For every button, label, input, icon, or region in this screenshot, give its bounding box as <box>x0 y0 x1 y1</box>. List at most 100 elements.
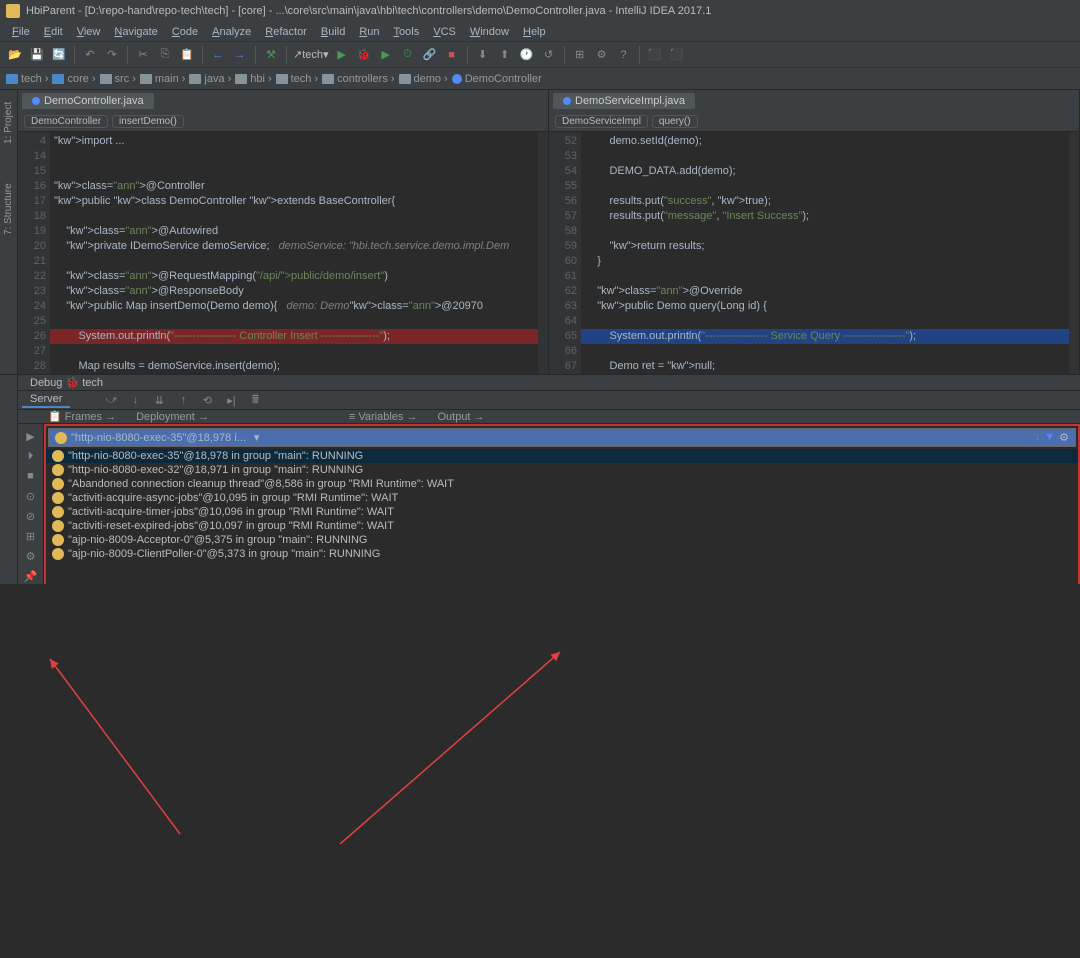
code-line[interactable]: "kw">public "kw">class DemoController "k… <box>50 194 538 209</box>
resume-icon[interactable]: ⏵ <box>23 448 39 464</box>
bc-class-r[interactable]: DemoServiceImpl <box>555 115 648 128</box>
code-line[interactable]: "kw">class="ann">@ResponseBody <box>50 284 538 299</box>
coverage-icon[interactable]: ▶ <box>377 46 395 64</box>
code-line[interactable] <box>50 314 538 329</box>
code-line[interactable] <box>50 149 538 164</box>
code-line[interactable]: Map results = demoService.insert(demo); <box>50 359 538 374</box>
crumb-tech[interactable]: tech › <box>276 73 318 85</box>
menu-run[interactable]: Run <box>353 26 385 38</box>
run-config-combo[interactable]: ↗ tech ▾ <box>293 46 329 64</box>
code-line[interactable] <box>50 344 538 359</box>
editor-tab-democontroller[interactable]: DemoController.java <box>22 93 154 109</box>
code-line[interactable] <box>50 209 538 224</box>
code-line[interactable]: demo.setId(demo); <box>581 134 1069 149</box>
thread-row[interactable]: "Abandoned connection cleanup thread"@8,… <box>46 477 1078 491</box>
code-line[interactable] <box>581 269 1069 284</box>
menu-code[interactable]: Code <box>166 26 204 38</box>
attach-icon[interactable]: 🔗 <box>421 46 439 64</box>
copy-icon[interactable]: ⎘ <box>156 46 174 64</box>
build-icon[interactable]: ⚒ <box>262 46 280 64</box>
save-icon[interactable]: 💾 <box>28 46 46 64</box>
settings-icon[interactable]: ⚙ <box>593 46 611 64</box>
code-line[interactable] <box>50 254 538 269</box>
bc-class[interactable]: DemoController <box>24 115 108 128</box>
stop-icon[interactable]: ■ <box>443 46 461 64</box>
undo-icon[interactable]: ↶ <box>81 46 99 64</box>
structure-icon[interactable]: ⊞ <box>571 46 589 64</box>
gutter-left[interactable]: 4141516171819202122232425262728293031323… <box>18 132 50 374</box>
thread-row[interactable]: "activiti-acquire-async-jobs"@10,095 in … <box>46 491 1078 505</box>
debug-tab[interactable]: Debug 🐞 tech <box>22 375 111 390</box>
bc-method-r[interactable]: query() <box>652 115 698 128</box>
code-line[interactable]: "kw">class="ann">@RequestMapping("/api/"… <box>50 269 538 284</box>
thread-row[interactable]: "activiti-acquire-timer-jobs"@10,096 in … <box>46 505 1078 519</box>
breakpoints-icon[interactable]: ⊙ <box>23 488 39 504</box>
crumb-core[interactable]: core › <box>52 73 95 85</box>
project-tool-tab[interactable]: 1: Project <box>3 127 14 144</box>
code-line[interactable]: "kw">import ... <box>50 134 538 149</box>
profile-icon[interactable]: ⏱ <box>399 46 417 64</box>
run-icon[interactable]: ▶ <box>333 46 351 64</box>
structure-tool-tab[interactable]: 7: Structure <box>3 218 14 235</box>
drop-frame-icon[interactable]: ⟲ <box>198 391 216 409</box>
jrebel-icon[interactable]: ⬛ <box>646 46 664 64</box>
evaluate-icon[interactable]: 🖩 <box>246 391 264 409</box>
force-step-into-icon[interactable]: ⇊ <box>150 391 168 409</box>
settings-debug-icon[interactable]: ⚙ <box>23 548 39 564</box>
crumb-demo[interactable]: demo › <box>399 73 448 85</box>
code-line[interactable]: System.out.println("----------------- Co… <box>50 329 538 344</box>
step-into-icon[interactable]: ↓ <box>126 391 144 409</box>
code-line[interactable] <box>50 164 538 179</box>
xrebel-icon[interactable]: ⬛ <box>668 46 686 64</box>
deployment-label[interactable]: Deployment → <box>136 411 209 423</box>
crumb-main[interactable]: main › <box>140 73 186 85</box>
pin-icon[interactable]: 📌 <box>23 568 39 584</box>
cut-icon[interactable]: ✂ <box>134 46 152 64</box>
thread-row[interactable]: "activiti-reset-expired-jobs"@10,097 in … <box>46 519 1078 533</box>
code-line[interactable]: "kw">private IDemoService demoService; d… <box>50 239 538 254</box>
run-to-cursor-icon[interactable]: ▸| <box>222 391 240 409</box>
step-over-icon[interactable]: ⤻ <box>102 391 120 409</box>
menu-build[interactable]: Build <box>315 26 351 38</box>
code-line[interactable]: DEMO_DATA.add(demo); <box>581 164 1069 179</box>
left-tool-stripe[interactable]: 1: Project 7: Structure <box>0 90 18 374</box>
thread-selector[interactable]: "http-nio-8080-exec-35"@18,978 i... ▾ ↑ … <box>48 428 1076 447</box>
crumb-src[interactable]: src › <box>100 73 136 85</box>
gutter-right[interactable]: 5253545556575859606162636465666768697071… <box>549 132 581 374</box>
menu-navigate[interactable]: Navigate <box>108 26 163 38</box>
code-line[interactable] <box>581 149 1069 164</box>
crumb-democontroller[interactable]: DemoController <box>452 73 542 85</box>
debug-icon[interactable]: 🐞 <box>355 46 373 64</box>
code-line[interactable]: System.out.println("----------------- Se… <box>581 329 1069 344</box>
code-line[interactable] <box>581 344 1069 359</box>
code-line[interactable]: results.put("success", "kw">true); <box>581 194 1069 209</box>
open-icon[interactable]: 📂 <box>6 46 24 64</box>
vcs-revert-icon[interactable]: ↺ <box>540 46 558 64</box>
vcs-update-icon[interactable]: ⬇ <box>474 46 492 64</box>
layout-icon[interactable]: ⊞ <box>23 528 39 544</box>
thread-row[interactable]: "http-nio-8080-exec-35"@18,978 in group … <box>46 449 1078 463</box>
code-line[interactable] <box>581 224 1069 239</box>
code-line[interactable]: "kw">public Map insertDemo(Demo demo){ d… <box>50 299 538 314</box>
thread-row[interactable]: "ajp-nio-8009-ClientPoller-0"@5,373 in g… <box>46 547 1078 561</box>
menu-help[interactable]: Help <box>517 26 552 38</box>
code-line[interactable]: "kw">public Demo query(Long id) { <box>581 299 1069 314</box>
crumb-java[interactable]: java › <box>189 73 231 85</box>
thread-row[interactable]: "http-nio-8080-exec-32"@18,971 in group … <box>46 463 1078 477</box>
step-out-icon[interactable]: ↑ <box>174 391 192 409</box>
server-tab[interactable]: Server <box>22 392 70 408</box>
mute-bp-icon[interactable]: ⊘ <box>23 508 39 524</box>
bc-method[interactable]: insertDemo() <box>112 115 184 128</box>
variables-label[interactable]: ≡ Variables → <box>349 411 418 423</box>
code-line[interactable]: "kw">class="ann">@Override <box>581 284 1069 299</box>
code-line[interactable]: "kw">class="ann">@Controller <box>50 179 538 194</box>
redo-icon[interactable]: ↷ <box>103 46 121 64</box>
rerun-icon[interactable]: ▶ <box>23 428 39 444</box>
frames-label[interactable]: 📋 Frames → <box>48 410 116 423</box>
vcs-commit-icon[interactable]: ⬆ <box>496 46 514 64</box>
menu-tools[interactable]: Tools <box>388 26 426 38</box>
code-line[interactable]: results.put("message", "Insert Success")… <box>581 209 1069 224</box>
stop-debug-icon[interactable]: ■ <box>23 468 39 484</box>
code-line[interactable]: Demo ret = "kw">null; <box>581 359 1069 374</box>
code-left[interactable]: "kw">import ... "kw">class="ann">@Control… <box>50 132 538 374</box>
